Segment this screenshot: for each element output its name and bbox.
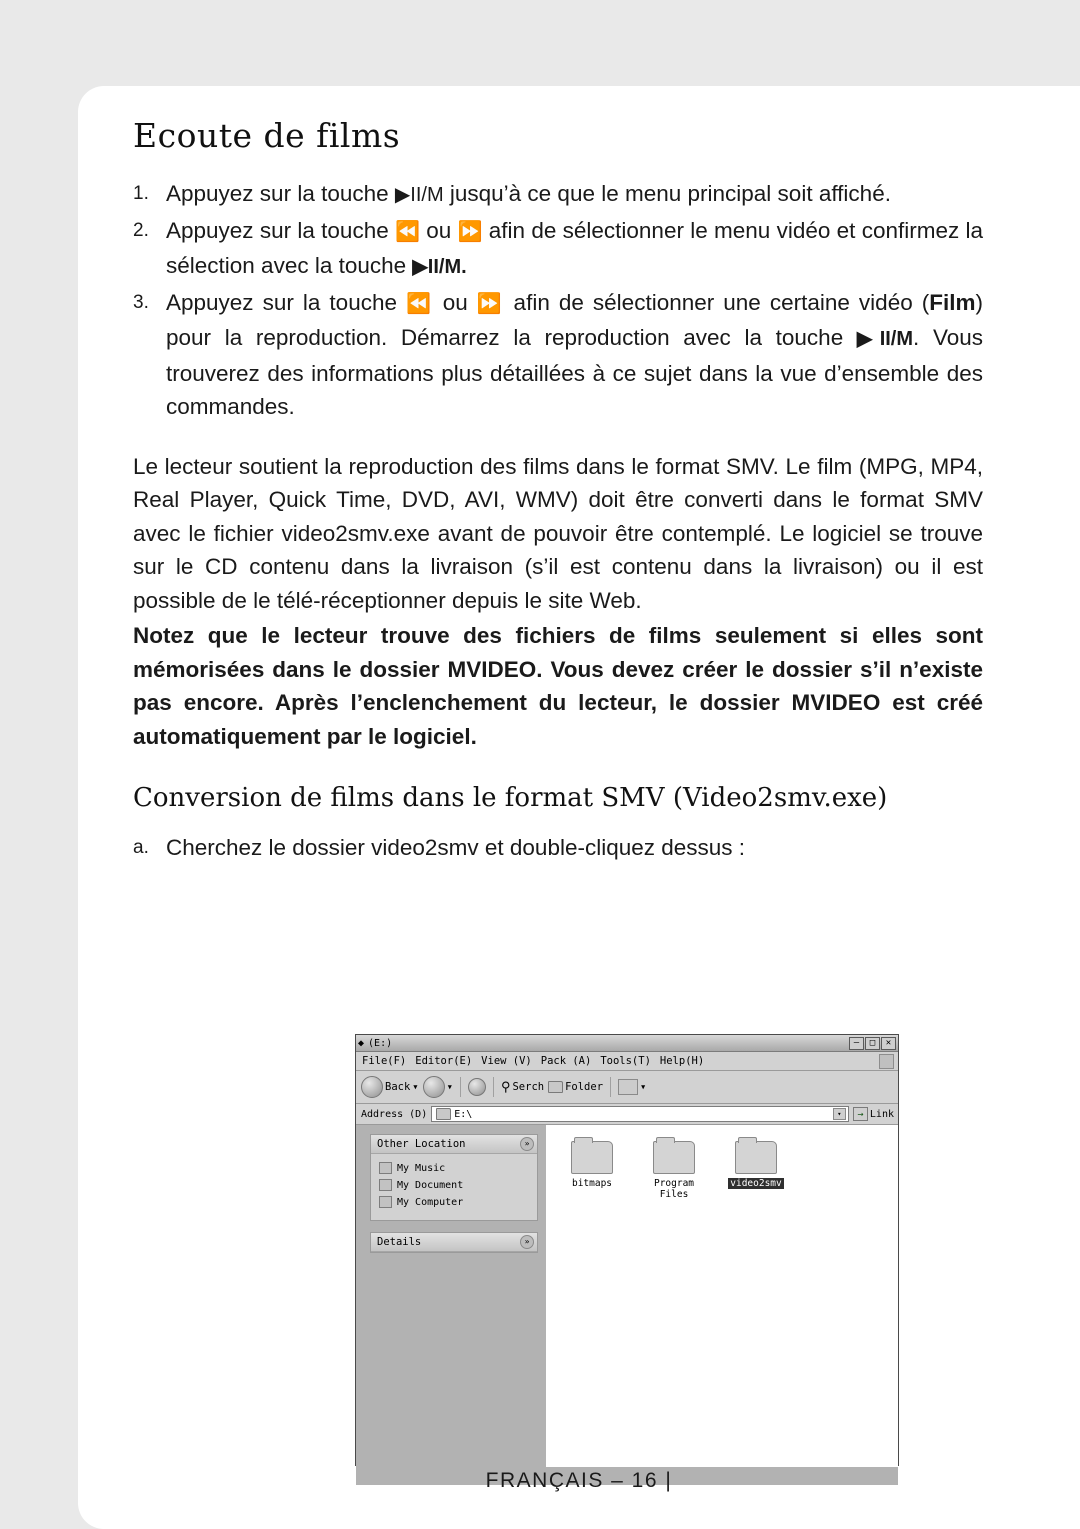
explorer-address-bar: Address (D) E:\ ▾ → Link bbox=[356, 1104, 898, 1125]
other-location-panel: Other Location » My Music My Document My… bbox=[370, 1134, 538, 1221]
page-content: Ecoute de films 1. Appuyez sur la touche… bbox=[133, 116, 983, 874]
step-number: 2. bbox=[133, 219, 149, 241]
step-text: Appuyez sur la touche ⏪ ou ⏩ afin de sél… bbox=[166, 217, 984, 279]
drive-icon bbox=[436, 1108, 452, 1120]
maximize-button[interactable]: □ bbox=[865, 1036, 880, 1050]
minimize-button[interactable]: – bbox=[849, 1036, 864, 1050]
other-location-items: My Music My Document My Computer bbox=[371, 1154, 537, 1220]
file-icon-row: bitmaps Program Files video2smv bbox=[560, 1137, 898, 1200]
sidebar-item-my-document[interactable]: My Document bbox=[379, 1179, 531, 1191]
explorer-window-screenshot: ◆ (E:) – □ ✕ File(F) Editor(E) View (V) … bbox=[355, 1034, 899, 1485]
search-label: Serch bbox=[512, 1081, 545, 1093]
search-button[interactable]: ⚲ Serch bbox=[501, 1080, 544, 1095]
page-footer: FRANÇAIS – 16 | bbox=[485, 1469, 673, 1492]
menu-item-view[interactable]: View (V) bbox=[481, 1055, 532, 1067]
list-item: 1. Appuyez sur la touche ▶II/M jusqu’à c… bbox=[133, 177, 983, 213]
lettered-step-number: a. bbox=[133, 837, 149, 858]
page-title: Ecoute de films bbox=[133, 116, 401, 155]
go-label: Link bbox=[869, 1108, 894, 1120]
address-value: E:\ bbox=[454, 1108, 473, 1120]
views-button[interactable]: ▾ bbox=[618, 1079, 646, 1095]
explorer-file-area: bitmaps Program Files video2smv bbox=[546, 1125, 898, 1467]
step-text: Appuyez sur la touche ▶II/M jusqu’à ce q… bbox=[166, 181, 891, 206]
address-label: Address (D) bbox=[361, 1108, 428, 1120]
computer-icon bbox=[379, 1196, 392, 1208]
manual-page: Ecoute de films 1. Appuyez sur la touche… bbox=[78, 86, 1080, 1529]
sidebar-item-label: My Computer bbox=[397, 1196, 464, 1208]
list-item: 3. Appuyez sur la touche ⏪ ou ⏩ afin de … bbox=[133, 286, 983, 424]
chevron-up-icon[interactable]: » bbox=[520, 1137, 534, 1151]
folders-label: Folder bbox=[565, 1081, 604, 1093]
sidebar-item-my-music[interactable]: My Music bbox=[379, 1162, 531, 1174]
folder-icon bbox=[548, 1081, 564, 1093]
explorer-window-title: (E:) bbox=[368, 1037, 393, 1049]
other-location-header[interactable]: Other Location » bbox=[371, 1135, 537, 1154]
forward-caret-icon[interactable]: ▾ bbox=[447, 1081, 453, 1093]
close-button[interactable]: ✕ bbox=[881, 1036, 896, 1050]
file-label: Program Files bbox=[653, 1178, 695, 1200]
file-label-selected: video2smv bbox=[728, 1178, 784, 1189]
explorer-window-icon: ◆ bbox=[358, 1037, 365, 1049]
menu-item-editor[interactable]: Editor(E) bbox=[415, 1055, 472, 1067]
folder-icon bbox=[571, 1137, 613, 1174]
sidebar-item-label: My Music bbox=[397, 1162, 446, 1174]
details-panel: Details » bbox=[370, 1232, 538, 1253]
forward-arrow-icon bbox=[422, 1076, 445, 1098]
body-paragraph: Le lecteur soutient la reproduction des … bbox=[133, 453, 983, 613]
lettered-step-text: Cherchez le dossier video2smv et double-… bbox=[166, 835, 746, 860]
note-paragraph: Notez que le lecteur trouve des fichiers… bbox=[133, 623, 983, 749]
sidebar-item-my-computer[interactable]: My Computer bbox=[379, 1196, 531, 1208]
explorer-menubar: File(F) Editor(E) View (V) Pack (A) Tool… bbox=[356, 1052, 898, 1071]
list-item: 2. Appuyez sur la touche ⏪ ou ⏩ afin de … bbox=[133, 214, 983, 285]
views-icon bbox=[618, 1079, 639, 1095]
step-number: 3. bbox=[133, 291, 149, 313]
menu-item-help[interactable]: Help(H) bbox=[660, 1055, 704, 1067]
folder-icon bbox=[653, 1137, 695, 1174]
step-number: 1. bbox=[133, 183, 149, 204]
back-button[interactable]: Back ▾ bbox=[361, 1076, 419, 1098]
toolbar-separator bbox=[610, 1077, 612, 1097]
explorer-body: Other Location » My Music My Document My… bbox=[356, 1125, 898, 1467]
section-subtitle: Conversion de films dans le format SMV (… bbox=[133, 783, 888, 813]
toolbar-separator bbox=[492, 1077, 494, 1097]
details-title: Details bbox=[377, 1236, 422, 1248]
up-folder-icon[interactable] bbox=[467, 1078, 486, 1096]
document-folder-icon bbox=[379, 1179, 392, 1191]
forward-button[interactable]: ▾ bbox=[422, 1076, 453, 1098]
steps-list: 1. Appuyez sur la touche ▶II/M jusqu’à c… bbox=[133, 177, 983, 424]
other-location-title: Other Location bbox=[377, 1138, 466, 1150]
go-arrow-icon: → bbox=[852, 1107, 868, 1121]
menu-item-pack[interactable]: Pack (A) bbox=[541, 1055, 592, 1067]
sidebar-item-label: My Document bbox=[397, 1179, 464, 1191]
views-caret-icon[interactable]: ▾ bbox=[640, 1081, 646, 1093]
explorer-sidebar: Other Location » My Music My Document My… bbox=[356, 1125, 546, 1467]
music-folder-icon bbox=[379, 1162, 392, 1174]
list-item[interactable]: bitmaps bbox=[560, 1137, 624, 1200]
list-item[interactable]: video2smv bbox=[724, 1137, 788, 1200]
toolbar-separator bbox=[459, 1077, 461, 1097]
back-arrow-icon bbox=[361, 1076, 383, 1098]
search-icon: ⚲ bbox=[500, 1079, 511, 1095]
back-caret-icon[interactable]: ▾ bbox=[412, 1081, 418, 1093]
go-button[interactable]: → Link bbox=[852, 1107, 894, 1121]
chevron-down-icon[interactable]: ▾ bbox=[832, 1108, 846, 1120]
lettered-step: a. Cherchez le dossier video2smv et doub… bbox=[133, 831, 983, 864]
folder-icon bbox=[735, 1137, 777, 1174]
explorer-titlebar: ◆ (E:) – □ ✕ bbox=[356, 1035, 898, 1052]
chevron-down-icon[interactable]: » bbox=[520, 1235, 534, 1249]
back-label: Back bbox=[385, 1081, 411, 1093]
list-item[interactable]: Program Files bbox=[642, 1137, 706, 1200]
folders-button[interactable]: Folder bbox=[548, 1081, 603, 1093]
details-header[interactable]: Details » bbox=[371, 1233, 537, 1252]
file-label: bitmaps bbox=[571, 1178, 613, 1189]
menu-item-tools[interactable]: Tools(T) bbox=[600, 1055, 651, 1067]
explorer-toolbar: Back ▾ ▾ ⚲ Serch Folder ▾ bbox=[356, 1071, 898, 1104]
menu-item-file[interactable]: File(F) bbox=[362, 1055, 406, 1067]
windows-flag-icon bbox=[879, 1053, 894, 1069]
step-text: Appuyez sur la touche ⏪ ou ⏩ afin de sél… bbox=[166, 289, 984, 420]
address-input[interactable]: E:\ ▾ bbox=[431, 1106, 849, 1122]
